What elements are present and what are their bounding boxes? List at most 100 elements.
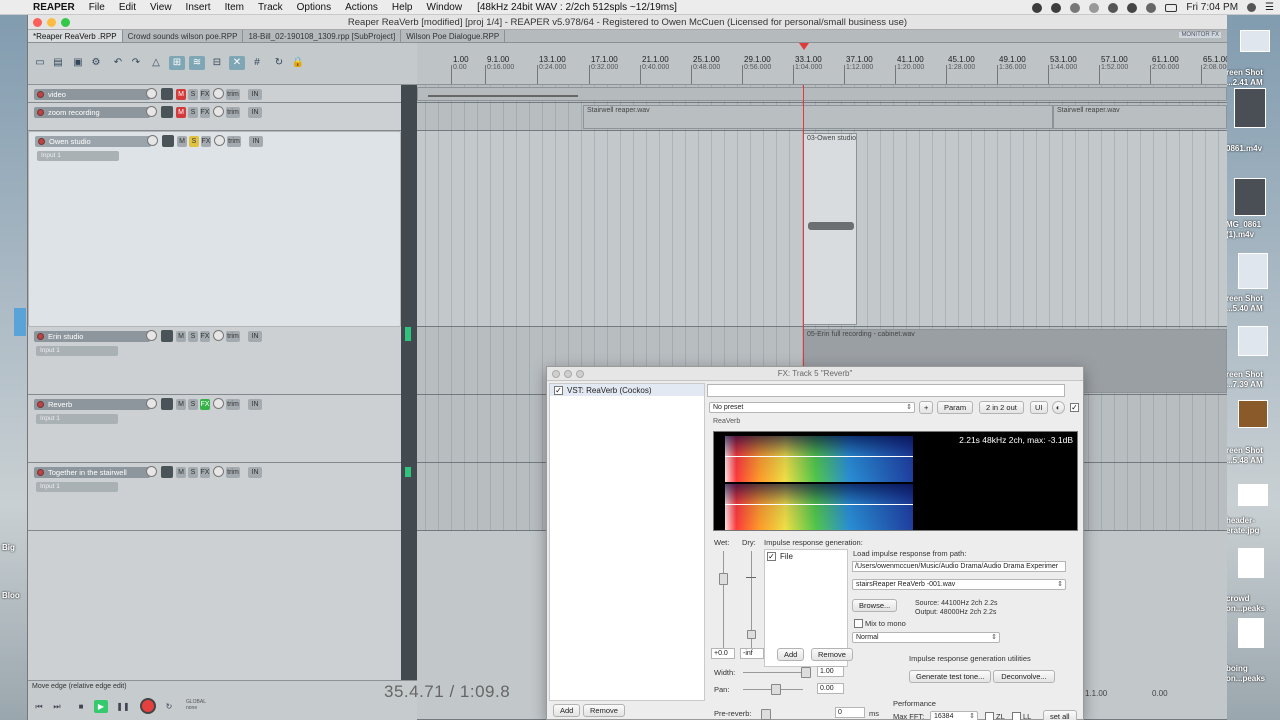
record-arm-icon[interactable] [37, 401, 44, 408]
ir-remove-button[interactable]: Remove [811, 648, 853, 661]
desktop-video-thumbnail-2[interactable] [1234, 178, 1266, 216]
ui-button[interactable]: UI [1030, 401, 1048, 414]
pan-knob[interactable] [213, 88, 224, 99]
solo-button[interactable]: S [188, 399, 198, 410]
rec-monitor-button[interactable]: IN [248, 399, 262, 410]
spotlight-search-icon[interactable] [1247, 3, 1257, 12]
menu-window[interactable]: Window [420, 2, 470, 13]
rate-display[interactable]: 0.00 [1152, 689, 1168, 698]
tab-wilson-poe[interactable]: Wilson Poe Dialogue.RPP [401, 30, 506, 42]
deconvolve-button[interactable]: Deconvolve... [993, 670, 1055, 683]
notification-icon[interactable] [1070, 2, 1081, 13]
time-machine-icon[interactable] [1089, 2, 1100, 13]
track-meter[interactable] [161, 88, 173, 100]
volume-knob[interactable] [146, 88, 157, 99]
fx-bypass-icon[interactable]: ◐ [1052, 401, 1065, 414]
ir-add-button[interactable]: Add [777, 648, 805, 661]
mute-button[interactable]: M [177, 136, 187, 147]
close-window-icon[interactable] [33, 18, 42, 27]
trim-button[interactable]: trim [227, 136, 241, 147]
volume-knob[interactable] [147, 135, 158, 146]
track-4[interactable]: Reverb M S FX trim IN Input 1 [28, 395, 401, 463]
trim-button[interactable]: trim [226, 399, 240, 410]
mute-button[interactable]: M [176, 89, 186, 100]
desktop-file-video-1[interactable]: 0861.m4v [1226, 144, 1280, 154]
volume-knob[interactable] [146, 330, 157, 341]
record-arm-icon[interactable] [37, 109, 44, 116]
track-2[interactable]: Owen studio M S FX trim IN Input 1 [28, 131, 401, 327]
track-meter[interactable] [161, 330, 173, 342]
track-0[interactable]: video M S FX trim IN [28, 85, 401, 103]
preset-dropdown[interactable]: No preset ⇕ [709, 402, 915, 413]
menu-actions[interactable]: Actions [338, 2, 385, 13]
pan-knob[interactable] [214, 135, 225, 146]
track-name[interactable]: Owen studio [35, 136, 151, 147]
predelay-value[interactable]: 0 [835, 707, 865, 718]
monitor-fx-tag[interactable]: MONITOR FX [1179, 32, 1221, 38]
minimize-window-icon[interactable] [47, 18, 56, 27]
go-to-end-icon[interactable]: ⏭ [50, 700, 64, 713]
fx-chain-add-button[interactable]: Add [553, 704, 581, 717]
desktop-file-screenshot-4[interactable]: reen Shot ...5.48 AM [1226, 446, 1280, 466]
playhead-marker-icon[interactable] [799, 43, 809, 50]
menu-app[interactable]: REAPER [26, 2, 82, 13]
volume-icon[interactable] [1146, 2, 1157, 13]
solo-button[interactable]: S [188, 467, 198, 478]
solo-button[interactable]: S [188, 107, 198, 118]
menu-item[interactable]: Item [218, 2, 251, 13]
tab-reaper-reaverb[interactable]: *Reaper ReaVerb .RPP [28, 30, 123, 42]
stairwell-item-a[interactable]: Stairwell reaper.wav [583, 105, 1053, 129]
redo-icon[interactable]: ↷ [128, 56, 144, 70]
bpm-display[interactable]: 1.1.00 [1085, 689, 1107, 698]
desktop-file-screenshot-1[interactable]: reen Shot ...2.41 AM [1226, 68, 1280, 88]
fx-button[interactable]: FX [200, 399, 210, 410]
desktop-doc-thumbnail-2[interactable] [1238, 326, 1268, 356]
desktop-label-big[interactable]: Big [2, 543, 28, 553]
volume-knob[interactable] [146, 466, 157, 477]
track-meter[interactable] [161, 466, 173, 478]
ir-file-row[interactable]: ✓ File [765, 550, 847, 563]
track-meter[interactable] [162, 135, 174, 147]
track-name[interactable]: Together in the stairwell [34, 467, 150, 478]
desktop-doc-thumbnail[interactable] [1238, 253, 1268, 289]
stairwell-item-b[interactable]: Stairwell reaper.wav [1053, 105, 1227, 129]
track-1[interactable]: zoom recording M S FX trim IN [28, 103, 401, 131]
rec-monitor-button[interactable]: IN [248, 89, 262, 100]
solo-button[interactable]: S [188, 89, 198, 100]
trim-button[interactable]: trim [226, 89, 240, 100]
desktop-file-video-2[interactable]: MG_0861 (1).m4v [1226, 220, 1280, 240]
fx-chain-item[interactable]: ✓ VST: ReaVerb (Cockos) [550, 384, 704, 396]
menu-help[interactable]: Help [385, 2, 420, 13]
param-button[interactable]: Param [937, 401, 974, 414]
project-settings-icon[interactable]: ⚙ [88, 56, 104, 70]
fx-zoom-icon[interactable] [576, 370, 584, 378]
fx-enable-checkbox[interactable]: ✓ [554, 385, 563, 395]
save-project-icon[interactable]: ▣ [70, 56, 86, 70]
ir-file-dropdown[interactable]: stairsReaper ReaVerb -001.wav ⇕ [852, 579, 1066, 590]
mix-mono-checkbox[interactable] [854, 619, 863, 628]
video-item[interactable] [417, 87, 1227, 101]
desktop-video-thumbnail[interactable] [1234, 88, 1266, 128]
menu-insert[interactable]: Insert [179, 2, 218, 13]
mute-button[interactable]: M [176, 107, 186, 118]
grouping-icon[interactable]: ⊟ [209, 56, 225, 70]
record-status-icon[interactable] [1032, 2, 1043, 13]
rec-monitor-button[interactable]: IN [248, 107, 262, 118]
track-5[interactable]: Together in the stairwell M S FX trim IN Input… [28, 463, 401, 531]
desktop-image-thumbnail[interactable] [1238, 400, 1268, 428]
solo-button[interactable]: S [188, 331, 198, 342]
track-name[interactable]: video [34, 89, 150, 100]
io-button[interactable]: 2 in 2 out [979, 401, 1024, 414]
desktop-file-screenshot-2[interactable]: reen Shot ...5.40 AM [1226, 294, 1280, 314]
timecode-display[interactable]: 35.4.71 / 1:09.8 [384, 682, 510, 702]
desktop-doc-thumbnail-3[interactable] [1238, 484, 1268, 506]
record-arm-icon[interactable] [37, 469, 44, 476]
undo-icon[interactable]: ↶ [110, 56, 126, 70]
fx-minimize-icon[interactable] [564, 370, 572, 378]
ll-checkbox[interactable] [1012, 712, 1021, 720]
tab-bill-subproject[interactable]: 18-Bill_02-190108_1309.rpp [SubProject] [243, 30, 402, 42]
fx-button[interactable]: FX [200, 331, 210, 342]
track-meter[interactable] [161, 106, 173, 118]
set-all-button[interactable]: set all [1043, 710, 1077, 720]
metronome-icon[interactable]: △ [148, 56, 164, 70]
